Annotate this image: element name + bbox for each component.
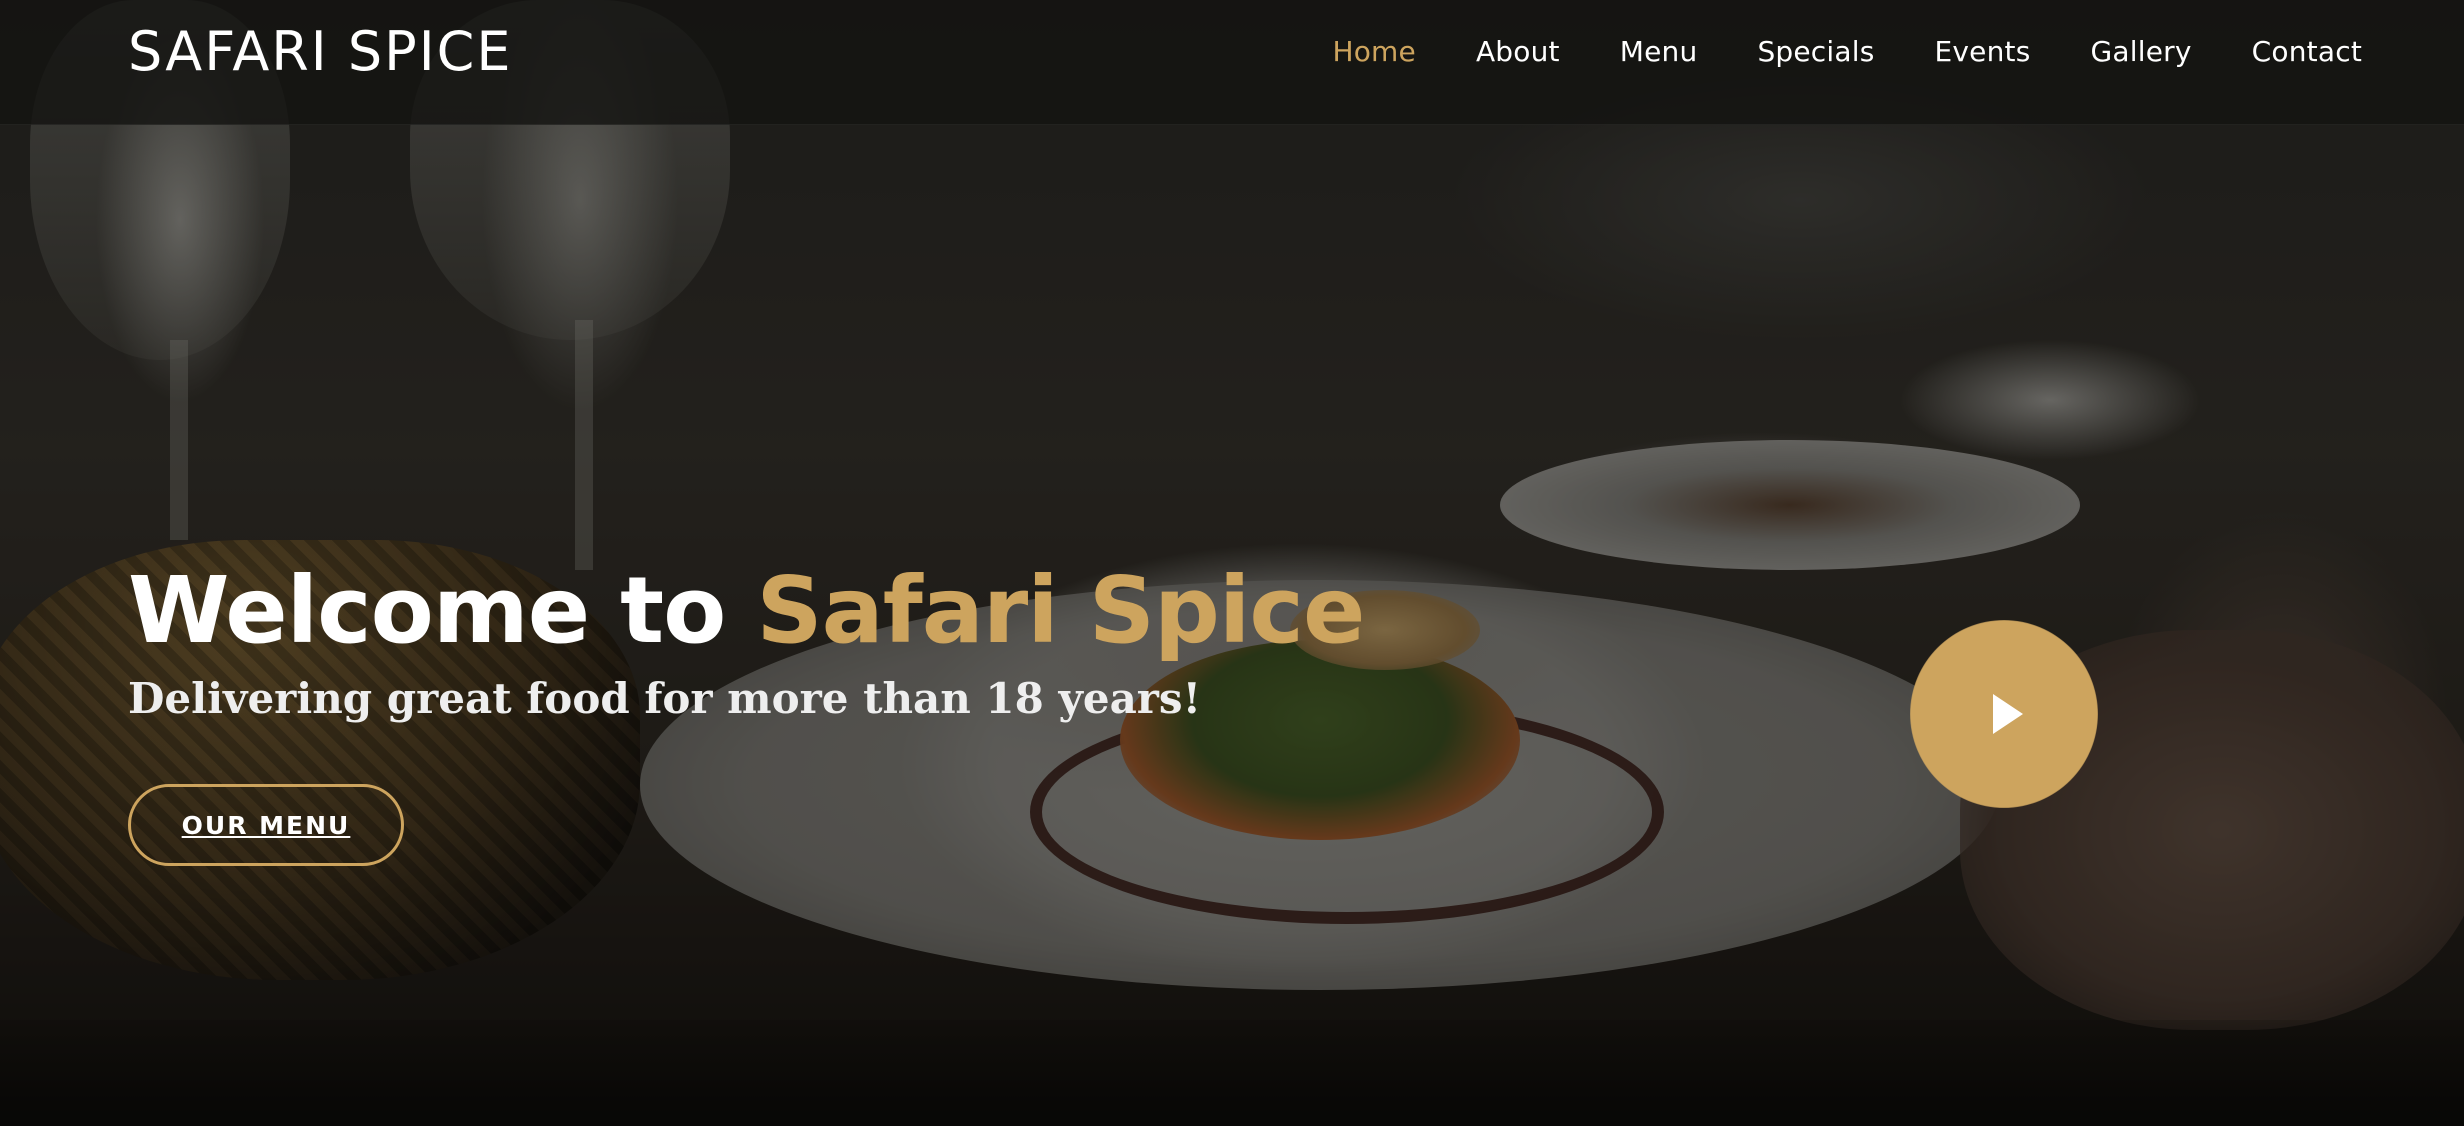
nav-item-menu: Menu [1620, 30, 1698, 74]
site-header: SAFARI SPICE Home About Menu Specials Ev… [0, 0, 2464, 125]
hero-subtitle: Delivering great food for more than 18 y… [128, 674, 1202, 723]
play-video-button[interactable] [1910, 620, 2098, 808]
nav-link-specials[interactable]: Specials [1757, 35, 1874, 68]
nav-link-home[interactable]: Home [1332, 35, 1416, 68]
our-menu-button[interactable]: OUR MENU [128, 784, 404, 866]
nav-item-home: Home [1332, 30, 1416, 74]
nav-link-contact[interactable]: Contact [2252, 35, 2362, 68]
nav-link-menu[interactable]: Menu [1620, 35, 1698, 68]
page: SAFARI SPICE Home About Menu Specials Ev… [0, 0, 2464, 1126]
nav-item-contact: Contact [2252, 30, 2362, 74]
play-icon [1993, 694, 2023, 734]
main-nav: Home About Menu Specials Events Gallery … [1332, 30, 2362, 74]
brand-logo[interactable]: SAFARI SPICE [128, 20, 512, 84]
hero-title-accent: Safari Spice [756, 557, 1365, 664]
hero-title-prefix: Welcome to [128, 557, 757, 664]
nav-link-gallery[interactable]: Gallery [2091, 35, 2192, 68]
nav-item-gallery: Gallery [2091, 30, 2192, 74]
nav-link-about[interactable]: About [1476, 35, 1560, 68]
nav-item-events: Events [1935, 30, 2031, 74]
hero-title: Welcome to Safari Spice [128, 556, 1365, 666]
nav-item-specials: Specials [1757, 30, 1874, 74]
nav-item-about: About [1476, 30, 1560, 74]
nav-link-events[interactable]: Events [1935, 35, 2031, 68]
